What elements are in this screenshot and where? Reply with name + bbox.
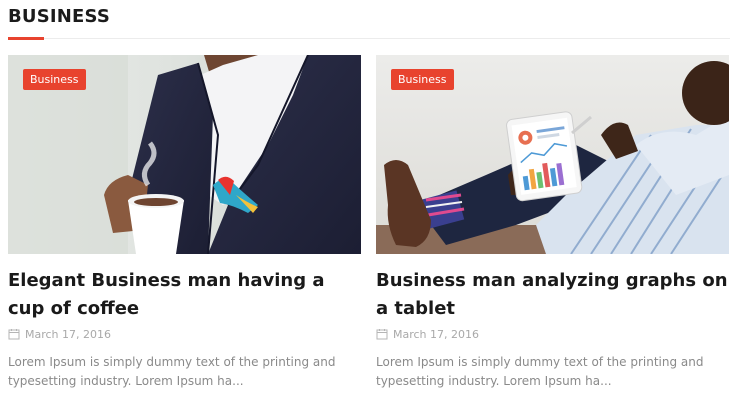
calendar-icon (376, 328, 388, 340)
category-badge[interactable]: Business (23, 69, 86, 90)
category-badge[interactable]: Business (391, 69, 454, 90)
calendar-icon (8, 328, 20, 340)
article-card[interactable]: Business Business man analyzing graphs o… (376, 55, 729, 388)
header-divider (8, 38, 730, 39)
article-date: March 17, 2016 (393, 327, 480, 341)
article-thumbnail[interactable]: Business (376, 55, 729, 254)
article-meta: March 17, 2016 (376, 326, 479, 342)
section-title: BUSINESS (8, 6, 111, 27)
header-accent-bar (8, 37, 44, 40)
article-excerpt: Lorem Ipsum is simply dummy text of the … (8, 355, 336, 388)
section-header: BUSINESS (8, 6, 730, 40)
article-excerpt: Lorem Ipsum is simply dummy text of the … (376, 355, 704, 388)
article-title[interactable]: Business man analyzing graphs on a table… (376, 267, 729, 323)
article-title[interactable]: Elegant Business man having a cup of cof… (8, 267, 361, 323)
article-card[interactable]: Business Elegant Business man having a c… (8, 55, 361, 388)
article-date: March 17, 2016 (25, 327, 112, 341)
article-thumbnail[interactable]: Business (8, 55, 361, 254)
article-meta: March 17, 2016 (8, 326, 111, 342)
